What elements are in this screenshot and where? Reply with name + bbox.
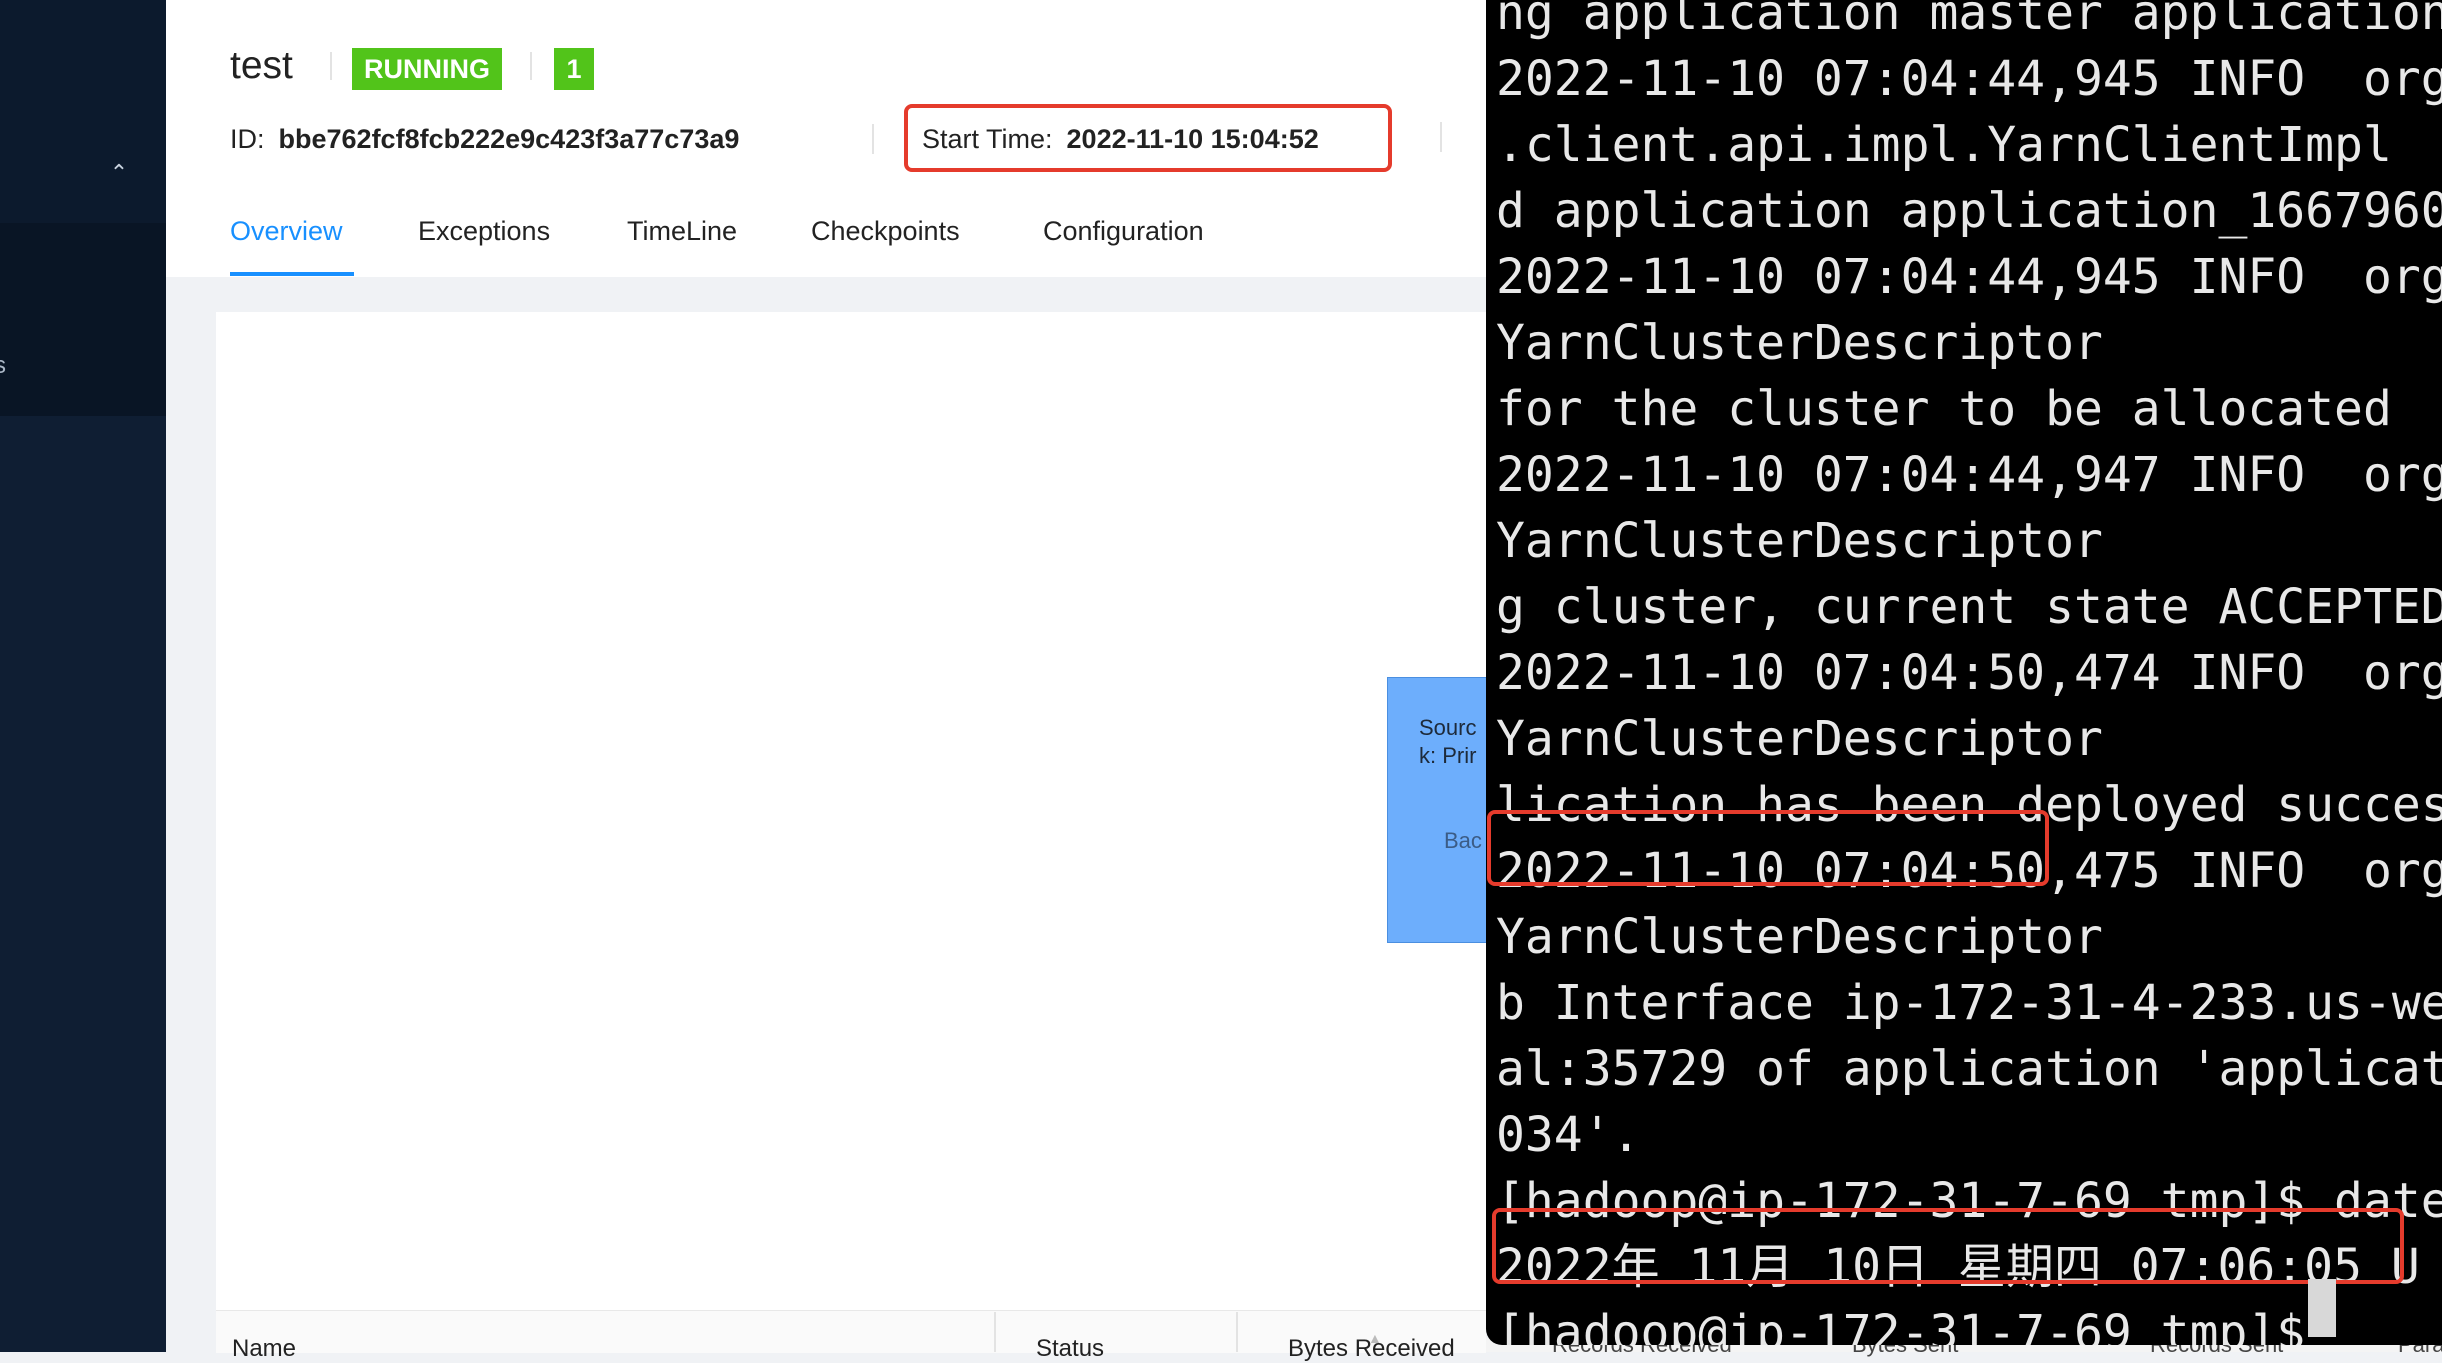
divider [530, 52, 532, 80]
divider [1440, 122, 1442, 152]
tab-exceptions[interactable]: Exceptions [418, 216, 550, 247]
job-header: test RUNNING 1 ID: bbe762fcf8fcb222e9c423… [166, 0, 1486, 277]
terminal-line: 034'. [1496, 1107, 1641, 1163]
terminal-window[interactable]: ng application master application_ 2022-… [1486, 0, 2442, 1345]
sort-asc-icon[interactable]: ▲ [1368, 1330, 1382, 1346]
vertex-table-header: Name Status Bytes Received [216, 1310, 1486, 1362]
start-time: Start Time: 2022-11-10 15:04:52 [922, 124, 1319, 155]
start-time-value: 2022-11-10 15:04:52 [1066, 124, 1319, 154]
terminal-line: g cluster, current state ACCEPTED [1496, 579, 2442, 635]
graph-node-title-line1: Sourc [1419, 715, 1477, 740]
terminal-line: YarnClusterDescriptor [1496, 315, 2103, 371]
sidebar-item-active[interactable] [0, 223, 166, 416]
terminal-output: ng application master application_ 2022-… [1496, 0, 2442, 1345]
column-divider [994, 1312, 996, 1352]
tab-configuration[interactable]: Configuration [1043, 216, 1204, 247]
terminal-line: 2022-11-10 07:04:44,945 INFO org. [1496, 249, 2442, 305]
terminal-line: d application application_16679609 [1496, 183, 2442, 239]
start-time-label: Start Time: [922, 124, 1053, 154]
divider [330, 52, 332, 80]
status-badge: RUNNING [352, 48, 502, 90]
main-panel: test RUNNING 1 ID: bbe762fcf8fcb222e9c423… [166, 0, 1489, 1362]
sidebar-header [0, 0, 166, 223]
terminal-line: b Interface ip-172-31-4-233.us-wes [1496, 975, 2442, 1031]
terminal-prompt[interactable]: [hadoop@ip-172-31-7-69 tmp]$ [1496, 1300, 2442, 1345]
sidebar: ⌃ s [0, 0, 166, 1352]
terminal-line: 2022-11-10 07:04:50,474 INFO org. [1496, 645, 2442, 701]
job-id-value: bbe762fcf8fcb222e9c423f3a77c73a9 [278, 124, 740, 154]
date-output-highlight [1492, 1208, 2404, 1284]
terminal-line: YarnClusterDescriptor [1496, 909, 2103, 965]
terminal-line: YarnClusterDescriptor [1496, 513, 2103, 569]
graph-node-backpressure: Bac [1444, 828, 1482, 853]
graph-node-title-line2: k: Prir [1419, 743, 1477, 768]
divider [872, 124, 874, 154]
terminal-line: al:35729 of application 'applicati [1496, 1041, 2442, 1097]
column-status[interactable]: Status [1036, 1335, 1104, 1363]
sidebar-item-label: s [0, 352, 6, 379]
tab-checkpoints[interactable]: Checkpoints [811, 216, 960, 247]
task-count-badge: 1 [554, 48, 594, 90]
job-id-label: ID: [230, 124, 265, 154]
job-id: ID: bbe762fcf8fcb222e9c423f3a77c73a9 [230, 124, 739, 155]
terminal-line: 2022-11-10 07:04:44,947 INFO org. [1496, 447, 2442, 503]
tab-overview[interactable]: Overview [230, 216, 343, 247]
terminal-line: YarnClusterDescriptor [1496, 711, 2103, 767]
tab-timeline[interactable]: TimeLine [627, 216, 737, 247]
graph-node-title: Sourc k: Prir [1419, 714, 1489, 770]
column-name[interactable]: Name [232, 1335, 296, 1363]
log-timestamp-highlight [1487, 810, 2049, 886]
terminal-line: for the cluster to be allocated [1496, 381, 2392, 437]
job-graph-canvas[interactable] [216, 312, 1486, 1312]
terminal-line: .client.api.impl.YarnClientImpl [1496, 117, 2392, 173]
chevron-up-icon[interactable]: ⌃ [108, 162, 130, 184]
terminal-cursor [2308, 1279, 2336, 1337]
terminal-line: 2022-11-10 07:04:44,945 INFO org. [1496, 51, 2442, 107]
column-divider [1236, 1312, 1238, 1352]
active-tab-indicator [230, 272, 354, 276]
terminal-line: ng application master application_ [1496, 0, 2442, 41]
job-name: test [230, 44, 293, 87]
